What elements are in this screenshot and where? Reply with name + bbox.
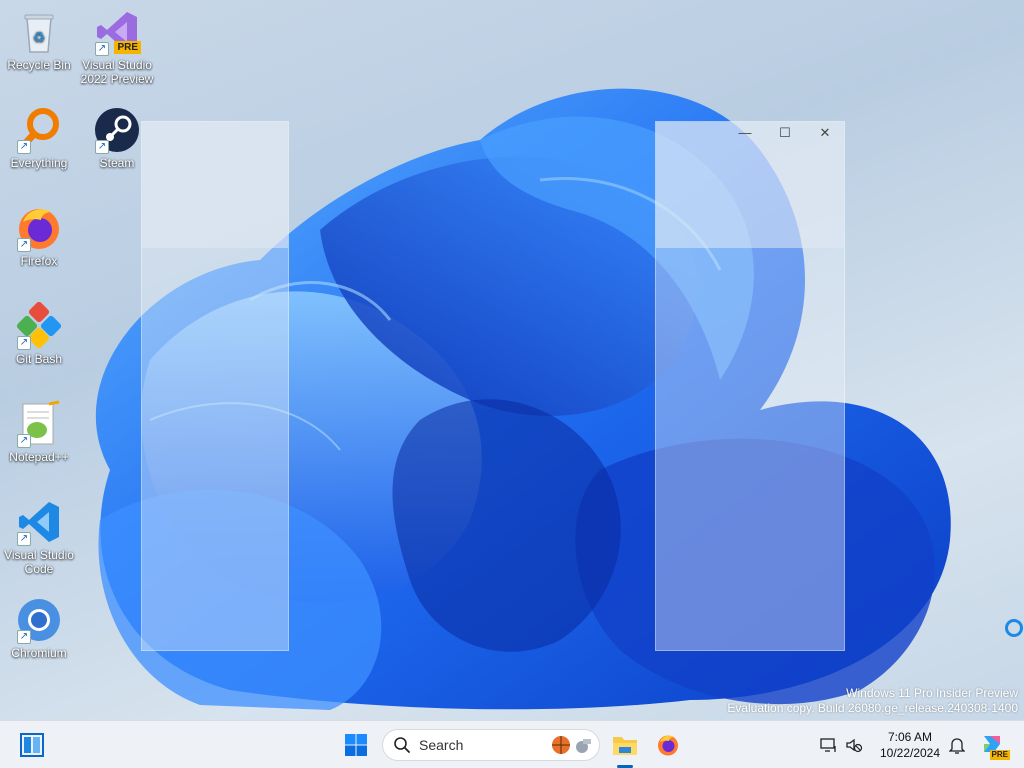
desktop-icon-visual-studio-preview[interactable]: PRE ↗ Visual Studio 2022 Preview <box>78 8 156 86</box>
search-placeholder: Search <box>419 737 464 753</box>
copilot-icon: PRE <box>980 732 1010 760</box>
preview-badge: PRE <box>114 41 141 54</box>
system-clock[interactable]: 7:06 AM 10/22/2024 <box>876 729 944 761</box>
widgets-icon <box>20 733 44 757</box>
ghost-window-right <box>655 121 845 651</box>
clock-date: 10/22/2024 <box>879 746 941 760</box>
shortcut-arrow-icon: ↗ <box>95 140 109 154</box>
firefox-icon: ↗ <box>15 204 63 252</box>
desktop-icon-label: Notepad++ <box>9 450 69 464</box>
network-display-icon <box>820 738 836 752</box>
evaluation-watermark: Windows 11 Pro Insider Preview Evaluatio… <box>727 686 1018 715</box>
chromium-icon: ↗ <box>15 596 63 644</box>
ghost-window-left <box>141 121 289 651</box>
desktop-icon-label: Recycle Bin <box>7 58 71 72</box>
shortcut-arrow-icon: ↗ <box>17 630 31 644</box>
volume-muted-icon <box>846 738 863 753</box>
desktop-icon-label: Firefox <box>20 254 58 268</box>
recycle-bin-icon: ♻ <box>15 8 63 56</box>
basketball-icon <box>552 736 570 754</box>
taskbar-file-explorer[interactable] <box>605 721 645 768</box>
shortcut-arrow-icon: ↗ <box>17 434 31 448</box>
tray-volume-button[interactable] <box>843 721 865 768</box>
desktop-icon-chromium[interactable]: ↗ Chromium <box>0 596 78 660</box>
git-bash-icon: ↗ <box>15 301 63 350</box>
bell-icon <box>949 738 965 754</box>
everything-search-icon: ↗ <box>15 106 63 154</box>
clock-time: 7:06 AM <box>887 730 933 744</box>
file-explorer-icon <box>613 737 637 755</box>
svg-text:♻: ♻ <box>33 30 46 46</box>
desktop-icon-everything[interactable]: ↗ Everything <box>0 106 78 170</box>
ghost-window-controls: — ☐ ✕ <box>725 122 845 144</box>
whistle-icon <box>576 739 591 753</box>
desktop-icon-firefox[interactable]: ↗ Firefox <box>0 204 78 268</box>
minimize-button[interactable]: — <box>725 122 765 144</box>
windows-start-icon <box>345 734 367 756</box>
search-highlight <box>551 735 593 755</box>
maximize-button[interactable]: ☐ <box>765 122 805 144</box>
shortcut-arrow-icon: ↗ <box>17 238 31 252</box>
shortcut-arrow-icon: ↗ <box>17 532 31 546</box>
desktop-icon-label: Everything <box>10 156 68 170</box>
desktop-icon-label: Chromium <box>11 646 67 660</box>
desktop-icon-vscode[interactable]: ↗ Visual Studio Code <box>0 498 78 576</box>
desktop-icon-label: Steam <box>99 156 135 170</box>
notification-button[interactable] <box>946 721 968 768</box>
firefox-icon <box>658 735 678 756</box>
desktop-icon-label: Visual Studio 2022 Preview <box>80 58 154 86</box>
steam-icon: ↗ <box>93 106 141 154</box>
start-button[interactable] <box>336 721 376 768</box>
close-button[interactable]: ✕ <box>805 122 845 144</box>
copilot-pre-badge: PRE <box>989 750 1010 760</box>
desktop-icon-git-bash[interactable]: ↗ Git Bash <box>0 301 78 366</box>
desktop-icon-label: Visual Studio Code <box>4 548 74 576</box>
vscode-icon: ↗ <box>15 498 63 546</box>
search-icon <box>394 737 410 753</box>
shortcut-arrow-icon: ↗ <box>17 336 31 350</box>
taskbar-search-box[interactable]: Search <box>382 729 600 761</box>
visual-studio-preview-icon: PRE ↗ <box>93 8 141 56</box>
widgets-button[interactable] <box>12 721 52 768</box>
desktop-icon-label: Git Bash <box>15 352 63 366</box>
copilot-button[interactable]: PRE <box>976 721 1010 768</box>
desktop-icon-recycle-bin[interactable]: ♻ Recycle Bin <box>0 8 78 72</box>
notepad-plus-plus-icon: ↗ <box>15 400 63 448</box>
taskbar-firefox[interactable] <box>648 721 688 768</box>
tray-network-button[interactable] <box>818 721 840 768</box>
shortcut-arrow-icon: ↗ <box>17 140 31 154</box>
taskbar: Search 7:06 AM 10/22/2024 PRE <box>0 720 1024 768</box>
desktop-icon-notepad-plus-plus[interactable]: ↗ Notepad++ <box>0 400 78 464</box>
desktop-icon-steam[interactable]: ↗ Steam <box>78 106 156 170</box>
shortcut-arrow-icon: ↗ <box>95 42 109 56</box>
loading-ring-icon <box>1005 619 1023 637</box>
